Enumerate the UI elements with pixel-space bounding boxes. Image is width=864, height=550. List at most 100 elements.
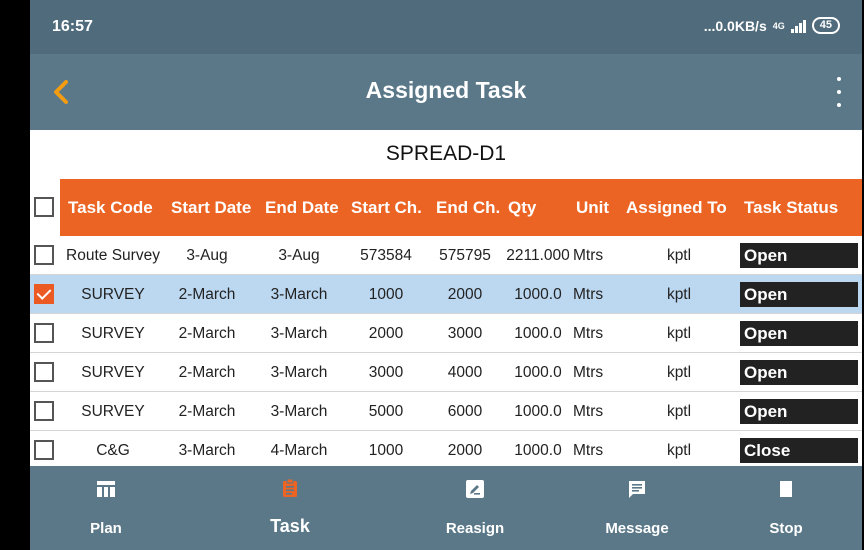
page-title: Assigned Task [365,77,527,103]
header-end-date: End Date [265,198,339,217]
nav-stop[interactable]: Stop [726,466,846,550]
row-checkbox[interactable] [34,440,54,460]
nav-plan-label: Plan [90,520,122,537]
row-checkbox[interactable] [34,362,54,382]
cell-end-date: 3-March [270,286,328,303]
cell-unit: Mtrs [573,325,604,342]
header-start-date: Start Date [171,198,252,217]
header-task-code: Task Code [68,198,153,217]
cell-assigned-to: kptl [666,325,692,342]
cell-end-ch: 2000 [447,442,483,459]
table-row[interactable]: SURVEY 2-March 3-March 1000 2000 1000.0 Mtrs kp… [30,275,862,314]
cell-task-code: SURVEY [81,325,145,342]
cell-end-date: 3-March [270,325,328,342]
task-content: SPREAD-D1 Task Code Start Date End Date … [30,130,862,466]
header-assigned-to: Assigned To [626,198,727,217]
header-task-status: Task Status [744,198,839,217]
cell-task-status: Open [740,360,858,385]
app-bar: Assigned Task [30,54,862,130]
cell-assigned-to: kptl [666,364,692,381]
cell-end-date: 3-March [270,364,328,381]
status-indicators: ...0.0KB/s 4G 45 [704,17,840,34]
table-icon [97,481,115,497]
cell-end-ch: 4000 [447,364,483,381]
cell-unit: Mtrs [573,286,604,303]
net-speed: ...0.0KB/s [703,17,767,34]
cell-task-status: Open [740,243,858,268]
cell-task-status: Open [740,399,858,424]
signal-icon [790,19,806,33]
nav-task[interactable]: Task [230,466,350,550]
cell-start-ch: 2000 [368,325,404,342]
table-row[interactable]: SURVEY 2-March 3-March 5000 6000 1000.0 Mtrs kp… [30,392,862,431]
row-checkbox[interactable] [34,401,54,421]
table-row[interactable]: SURVEY 2-March 3-March 3000 4000 1000.0 Mtrs kp… [30,353,862,392]
cell-end-date: 3-Aug [278,247,320,264]
row-checkbox[interactable] [34,245,54,265]
cell-qty: 1000.0 [514,325,562,342]
cell-task-status: Close [740,438,858,463]
cell-unit: Mtrs [573,442,604,459]
cell-unit: Mtrs [573,403,604,420]
nav-message-label: Message [605,520,669,537]
nav-stop-label: Stop [769,520,803,537]
header-unit: Unit [576,198,610,217]
cell-end-ch: 6000 [447,403,483,420]
cell-start-date: 2-March [178,325,236,342]
row-checkbox[interactable] [34,284,54,304]
stop-icon [780,481,792,497]
cell-start-date: 2-March [178,364,236,381]
status-time: 16:57 [52,18,93,35]
device-frame: 16:57 ...0.0KB/s 4G 45 Assigned Task SPR… [0,0,864,550]
cell-end-ch: 575795 [439,247,491,264]
cell-task-code: SURVEY [81,403,145,420]
bottom-nav: Plan Task Reasign Message Stop [30,466,862,550]
cell-qty: 1000.0 [514,403,562,420]
message-icon [629,481,645,498]
cell-end-date: 3-March [270,403,328,420]
cell-start-ch: 1000 [368,286,404,303]
cell-unit: Mtrs [573,247,604,264]
table-header: Task Code Start Date End Date Start Ch. … [30,179,862,236]
row-checkbox[interactable] [34,323,54,343]
cell-start-date: 3-March [178,442,236,459]
select-all-checkbox[interactable] [34,197,54,217]
cell-qty: 1000.0 [514,364,562,381]
nav-task-label: Task [270,516,310,536]
nav-reasign-label: Reasign [445,520,505,537]
cell-end-date: 4-March [270,442,328,459]
cell-start-ch: 5000 [368,403,404,420]
cell-assigned-to: kptl [666,247,692,264]
nav-reasign[interactable]: Reasign [415,466,535,550]
cell-start-date: 2-March [178,286,236,303]
overflow-menu-icon[interactable] [834,77,844,107]
cell-assigned-to: kptl [666,286,692,303]
network-type: 4G [772,20,785,31]
table-row[interactable]: SURVEY 2-March 3-March 2000 3000 1000.0 Mtrs kp… [30,314,862,353]
cell-task-code: Route Survey [66,247,160,264]
cell-qty: 1000.0 [514,286,562,303]
cell-task-status: Open [740,321,858,346]
table-row[interactable]: Route Survey 3-Aug 3-Aug 573584 575795 2211.0… [30,236,862,275]
cell-task-status: Open [740,282,858,307]
cell-task-code: SURVEY [81,364,145,381]
cell-end-ch: 3000 [447,325,483,342]
nav-plan[interactable]: Plan [46,466,166,550]
spread-title: SPREAD-D1 [385,142,507,165]
nav-message[interactable]: Message [577,466,697,550]
table-row[interactable]: C&G 3-March 4-March 1000 2000 1000.0 Mtrs kptl C… [30,431,862,466]
cell-task-code: C&G [96,442,130,459]
cell-start-date: 3-Aug [186,247,228,264]
cell-task-code: SURVEY [81,286,145,303]
clipboard-icon [283,478,297,497]
cell-start-ch: 573584 [360,247,412,264]
cell-unit: Mtrs [573,364,604,381]
battery-level: 45 [819,19,832,31]
cell-end-ch: 2000 [447,286,483,303]
cell-assigned-to: kptl [666,403,692,420]
header-qty: Qty [508,198,537,217]
cell-start-ch: 3000 [368,364,404,381]
cell-assigned-to: kptl [666,442,692,459]
edit-icon [466,480,484,498]
header-end-ch: End Ch. [436,198,501,217]
